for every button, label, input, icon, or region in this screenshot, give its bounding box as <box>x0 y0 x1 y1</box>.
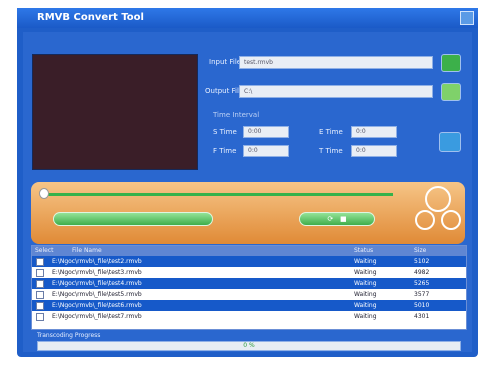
volume-down-dial[interactable] <box>415 210 435 230</box>
row-size: 4301 <box>414 313 430 320</box>
row-status: Waiting <box>354 269 377 276</box>
close-window-button[interactable] <box>460 11 474 25</box>
stop-icon: ■ <box>339 215 347 223</box>
time-interval-label: Time Interval <box>213 111 260 119</box>
table-row[interactable]: E:\Ngoc\rmvb\_file\test4.rmvb Waiting 52… <box>32 278 466 289</box>
row-file-name: E:\Ngoc\rmvb\_file\test3.rmvb <box>52 269 142 276</box>
row-size: 4982 <box>414 269 430 276</box>
s-time-field[interactable]: 0:00 <box>243 126 289 138</box>
add-files-button[interactable] <box>53 212 213 226</box>
row-file-name: E:\Ngoc\rmvb\_file\test7.rmvb <box>52 313 142 320</box>
table-row[interactable]: E:\Ngoc\rmvb\_file\test2.rmvb Waiting 51… <box>32 256 466 267</box>
row-size: 5102 <box>414 258 430 265</box>
row-status: Waiting <box>354 291 377 298</box>
title-bar: RMVB Convert Tool <box>17 8 478 28</box>
seek-bar[interactable] <box>43 193 393 196</box>
col-status[interactable]: Status <box>354 246 373 256</box>
row-status: Waiting <box>354 302 377 309</box>
file-list-header: Select File Name Status Size <box>32 246 466 256</box>
f-time-label: F Time <box>213 147 237 155</box>
seek-handle[interactable] <box>39 188 49 199</box>
row-file-name: E:\Ngoc\rmvb\_file\test2.rmvb <box>52 258 142 265</box>
col-size[interactable]: Size <box>414 246 426 256</box>
row-size: 5265 <box>414 280 430 287</box>
main-panel: Input File test.rmvb Output File C:\ Tim… <box>23 32 472 352</box>
output-file-label: Output File <box>205 87 244 95</box>
table-row[interactable]: E:\Ngoc\rmvb\_file\test7.rmvb Waiting 43… <box>32 311 466 322</box>
progress-label: Transcoding Progress <box>37 332 101 339</box>
play-dial[interactable] <box>425 186 451 212</box>
apply-time-button[interactable] <box>439 132 461 152</box>
row-checkbox[interactable] <box>36 302 44 310</box>
progress-bar: 0 % <box>37 341 461 351</box>
row-checkbox[interactable] <box>36 258 44 266</box>
row-checkbox[interactable] <box>36 313 44 321</box>
row-size: 3577 <box>414 291 430 298</box>
browse-output-button[interactable] <box>441 83 461 101</box>
input-file-field[interactable]: test.rmvb <box>239 56 433 69</box>
row-status: Waiting <box>354 313 377 320</box>
playback-panel: ⟳ ■ <box>31 182 465 244</box>
convert-button[interactable]: ⟳ ■ <box>299 212 375 226</box>
t-time-label: T Time <box>319 147 343 155</box>
table-row[interactable]: E:\Ngoc\rmvb\_file\test5.rmvb Waiting 35… <box>32 289 466 300</box>
output-file-field[interactable]: C:\ <box>239 85 433 98</box>
app-window: RMVB Convert Tool Input File test.rmvb O… <box>17 8 478 357</box>
t-time-field[interactable]: 0:0 <box>351 145 397 157</box>
row-size: 5010 <box>414 302 430 309</box>
table-row[interactable]: E:\Ngoc\rmvb\_file\test3.rmvb Waiting 49… <box>32 267 466 278</box>
f-time-field[interactable]: 0:0 <box>243 145 289 157</box>
col-file-name[interactable]: File Name <box>72 246 102 256</box>
row-status: Waiting <box>354 258 377 265</box>
file-list: Select File Name Status Size E:\Ngoc\rmv… <box>31 245 467 330</box>
row-checkbox[interactable] <box>36 269 44 277</box>
row-file-name: E:\Ngoc\rmvb\_file\test6.rmvb <box>52 302 142 309</box>
input-file-label: Input File <box>209 58 242 66</box>
table-row[interactable]: E:\Ngoc\rmvb\_file\test6.rmvb Waiting 50… <box>32 300 466 311</box>
row-status: Waiting <box>354 280 377 287</box>
e-time-label: E Time <box>319 128 343 136</box>
video-preview <box>32 54 198 170</box>
row-file-name: E:\Ngoc\rmvb\_file\test4.rmvb <box>52 280 142 287</box>
window-title: RMVB Convert Tool <box>37 12 144 23</box>
volume-up-dial[interactable] <box>441 210 461 230</box>
row-checkbox[interactable] <box>36 280 44 288</box>
row-checkbox[interactable] <box>36 291 44 299</box>
col-select[interactable]: Select <box>35 246 54 256</box>
e-time-field[interactable]: 0:0 <box>351 126 397 138</box>
progress-value: 0 % <box>243 342 255 349</box>
s-time-label: S Time <box>213 128 237 136</box>
row-file-name: E:\Ngoc\rmvb\_file\test5.rmvb <box>52 291 142 298</box>
browse-input-button[interactable] <box>441 54 461 72</box>
refresh-icon: ⟳ <box>327 215 334 223</box>
